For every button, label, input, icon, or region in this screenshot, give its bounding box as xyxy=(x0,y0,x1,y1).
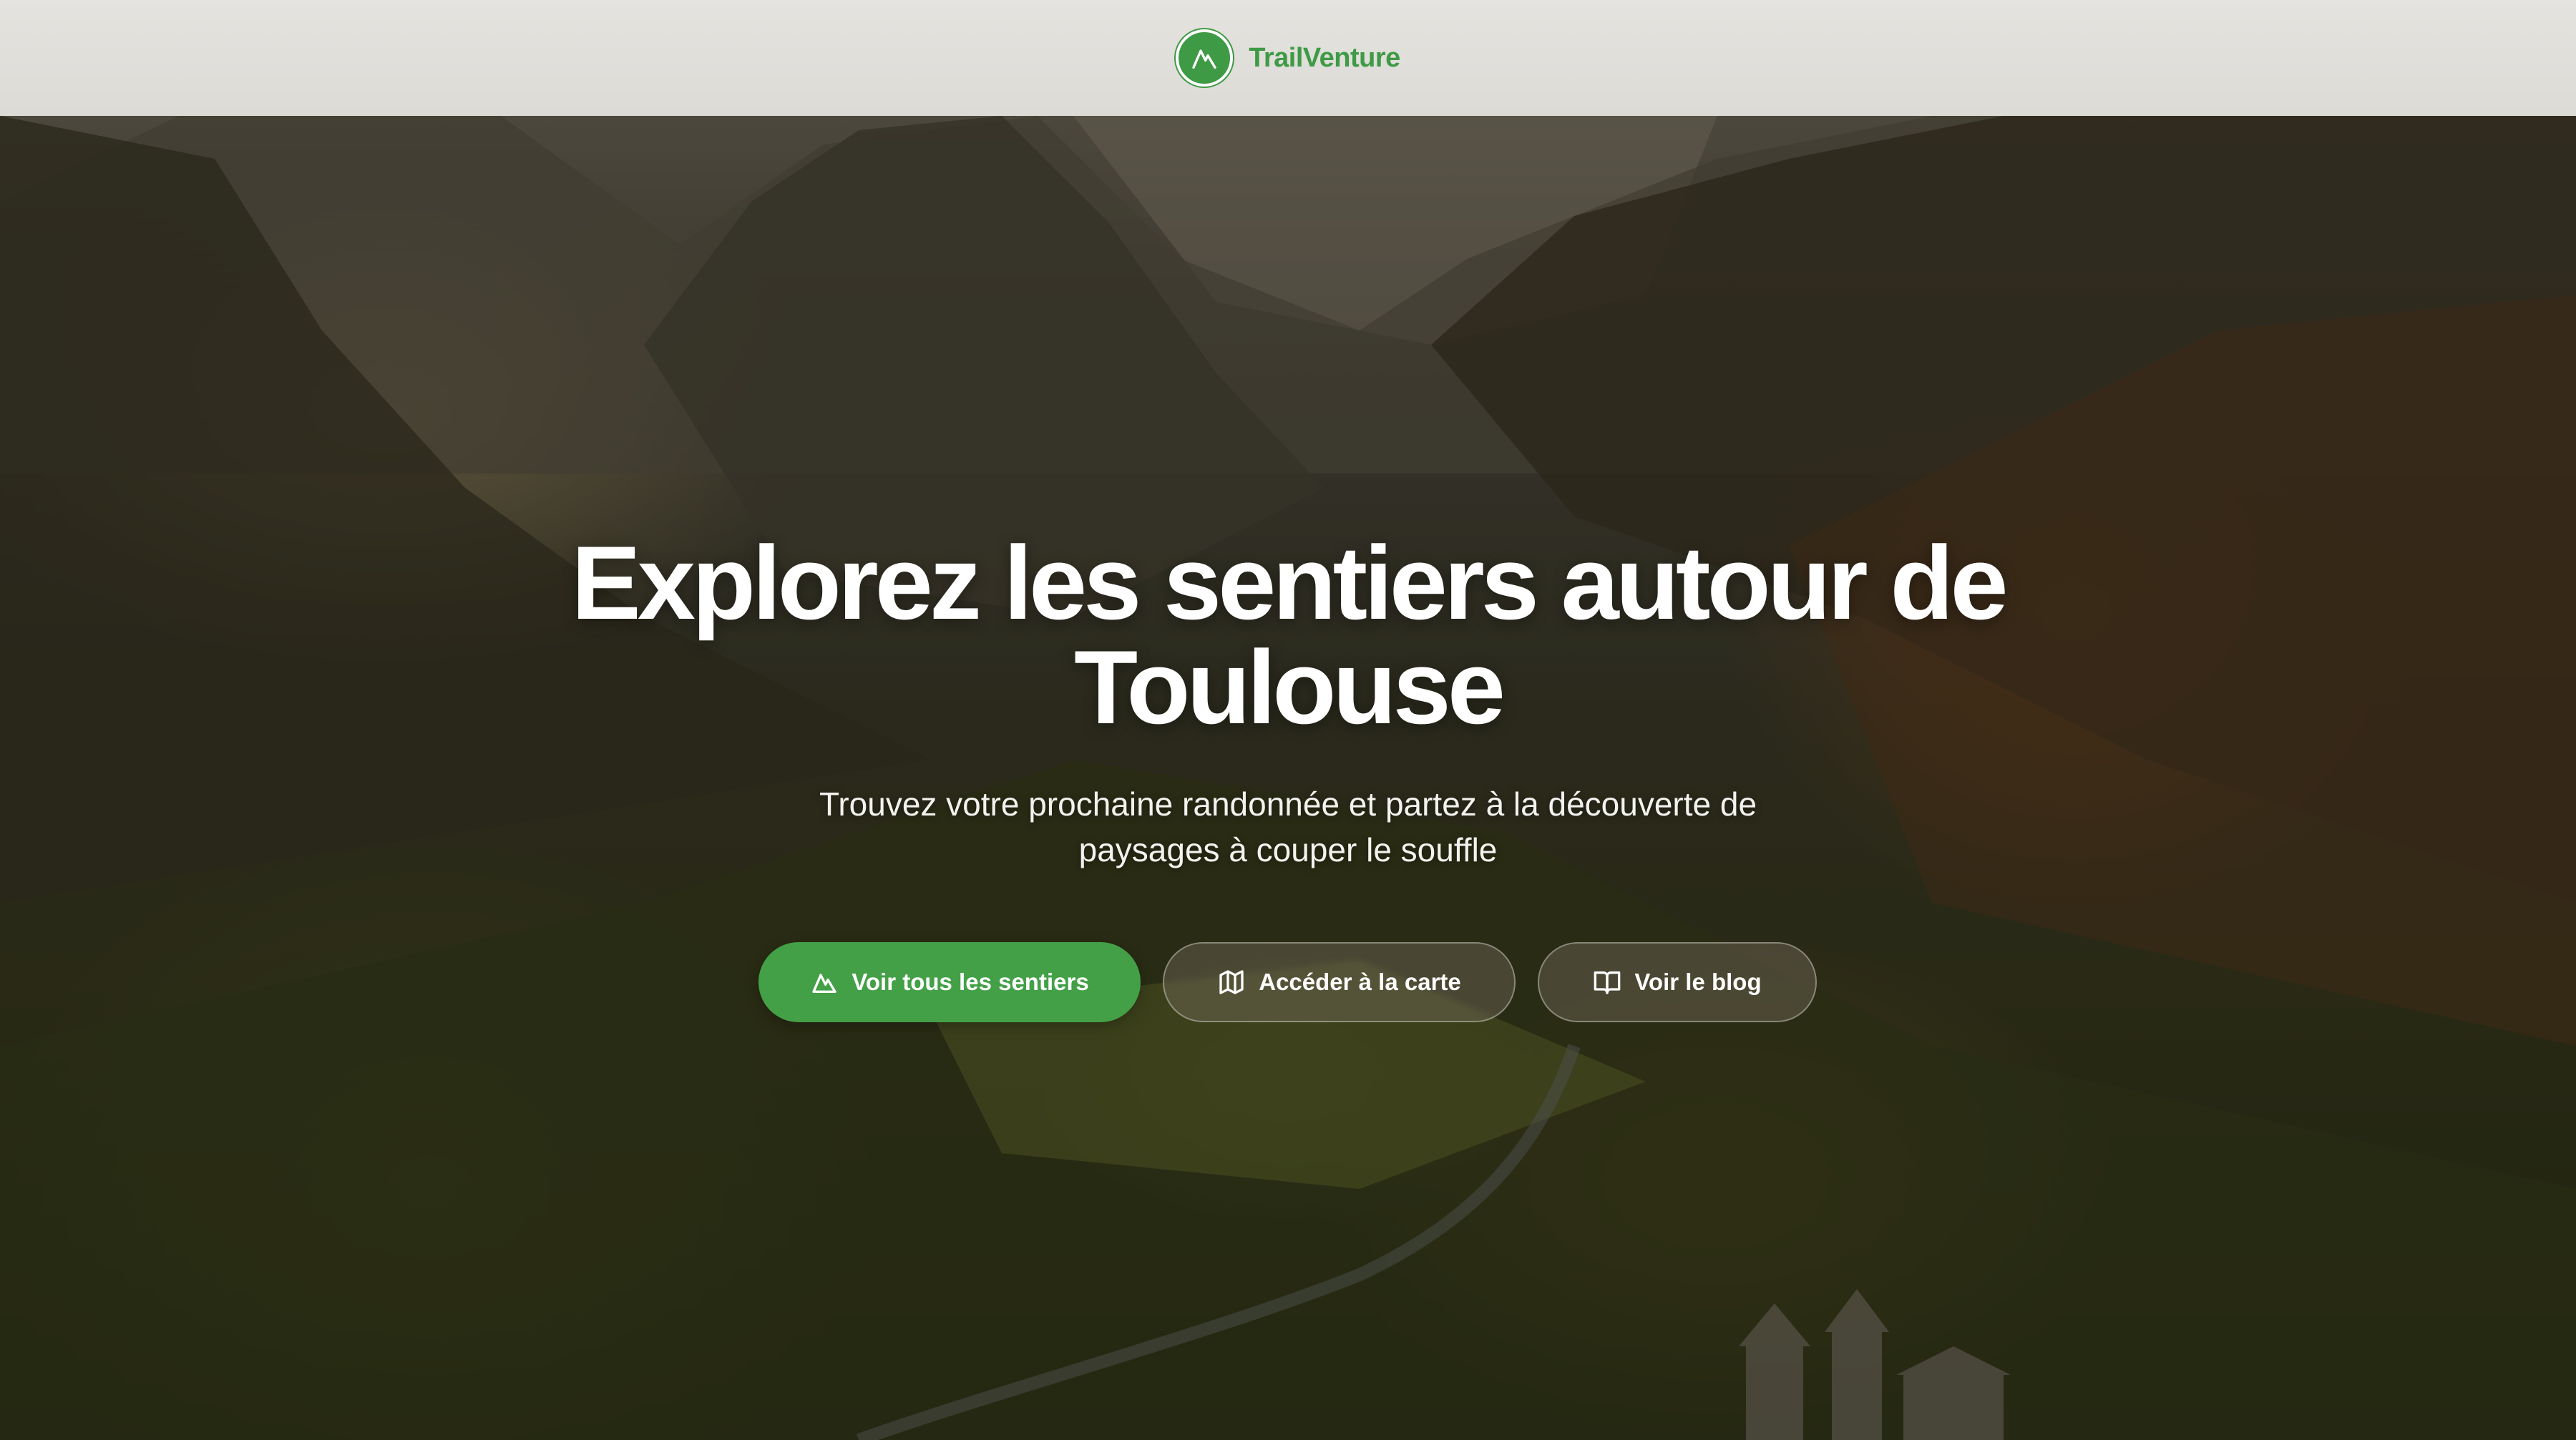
hero-actions: Voir tous les sentiers Accéder à la cart… xyxy=(0,942,2576,1022)
map-icon xyxy=(1217,968,1246,996)
hero-dark-overlay xyxy=(0,116,2576,1440)
hero-section: Explorez les sentiers autour de Toulouse… xyxy=(0,116,2576,1440)
book-open-icon xyxy=(1593,968,1621,996)
view-blog-button[interactable]: Voir le blog xyxy=(1538,942,1817,1022)
hero-title: Explorez les sentiers autour de Toulouse xyxy=(571,524,2008,745)
mountain-icon xyxy=(810,968,839,996)
open-map-label: Accéder à la carte xyxy=(1259,969,1461,995)
view-all-trails-label: Voir tous les sentiers xyxy=(852,969,1089,995)
view-blog-label: Voir le blog xyxy=(1634,969,1762,995)
hero-subtitle: Trouvez votre prochaine randonnée et par… xyxy=(819,785,1757,868)
brand-link[interactable]: TrailVenture xyxy=(1176,29,1400,87)
site-header: TrailVenture xyxy=(0,0,2576,116)
open-map-button[interactable]: Accéder à la carte xyxy=(1163,942,1516,1022)
view-all-trails-button[interactable]: Voir tous les sentiers xyxy=(758,942,1141,1022)
mountain-icon xyxy=(1192,49,1216,69)
logo-badge xyxy=(1176,29,1234,87)
brand-name: TrailVenture xyxy=(1249,42,1400,73)
